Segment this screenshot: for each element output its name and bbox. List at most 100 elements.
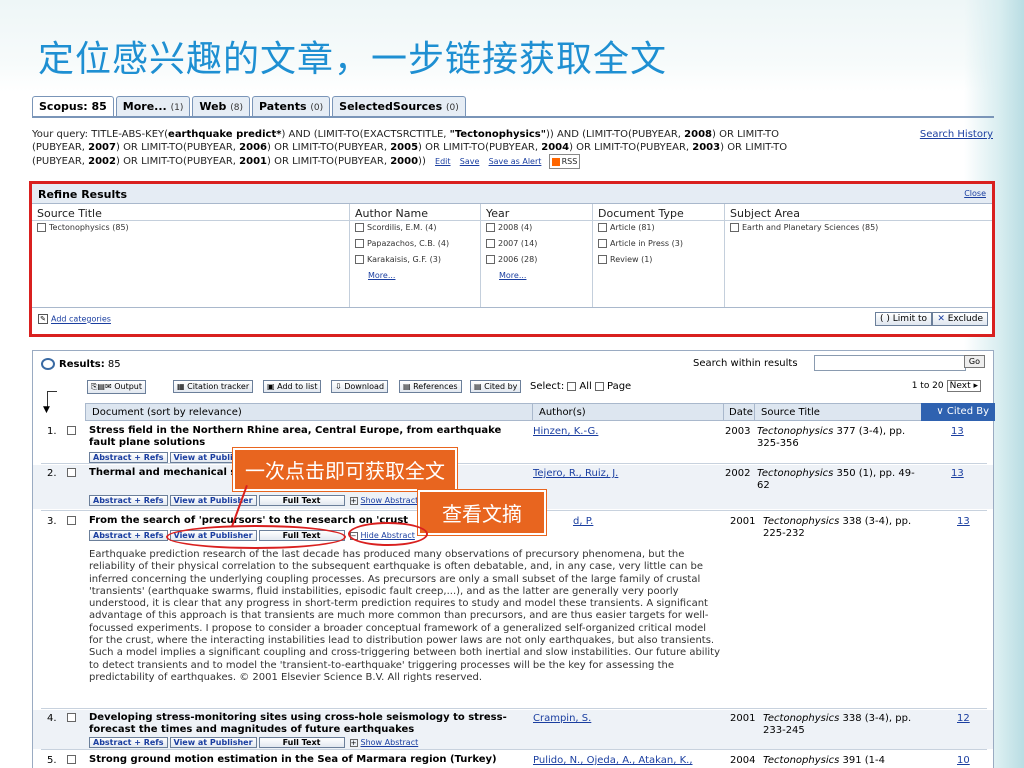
checkbox[interactable] [355,239,364,248]
view-publisher-button[interactable]: View at Publisher [169,737,257,748]
facet-item[interactable]: Article (81) [593,221,724,237]
cited-count[interactable]: 13 [951,468,964,479]
x-icon: ✕ [937,314,945,324]
tab-scopus[interactable]: Scopus: 85 [32,96,114,118]
facet-item[interactable]: Scordilis, E.M. (4) [350,221,480,237]
col-authors[interactable]: Author(s) [532,404,586,421]
cited-count[interactable]: 13 [951,426,964,437]
download-button[interactable]: ⇩ Download [331,380,389,393]
facet-item[interactable]: 2007 (14) [481,237,592,253]
highlight-ring-view-publisher [166,525,346,549]
citation-tracker-button[interactable]: ▦ Citation tracker [173,380,254,393]
add-categories-link[interactable]: Add categories [51,315,111,324]
row-divider [41,708,987,709]
row-links: Abstract + Refs View at Publis [89,452,243,463]
col-date[interactable]: Date [723,404,753,421]
row-links: Abstract + Refs View at Publisher Full Tex… [89,495,418,506]
select-page-checkbox[interactable] [595,381,604,391]
checkbox[interactable] [355,255,364,264]
highlight-ring-hide-abstract [348,522,428,546]
facet-item[interactable]: Earth and Planetary Sciences (85) [725,221,992,237]
abstract-refs-button[interactable]: Abstract + Refs [89,495,168,506]
facet-item[interactable]: 2006 (28) [481,253,592,269]
checkbox[interactable] [598,239,607,248]
row-checkbox[interactable] [67,516,76,525]
rss-button[interactable]: RSS [548,154,581,169]
references-button[interactable]: ▤ References [399,380,462,393]
row-checkbox[interactable] [67,755,76,764]
article-title[interactable]: Strong ground motion estimation in the S… [89,754,529,766]
tab-more[interactable]: More... (1) [115,96,191,117]
exclude-button[interactable]: ✕ Exclude [932,312,988,326]
refine-col-doctype: Document Type Article (81) Article in Pr… [593,204,725,307]
author-link[interactable]: Pulido, N., Ojeda, A., Atakan, K., [533,755,723,766]
facet-item[interactable]: Tectonophysics (85) [32,221,349,237]
tab-patents[interactable]: Patents (0) [252,96,331,117]
slide-title: 定位感兴趣的文章，一步链接获取全文 [38,39,668,80]
row-divider [41,749,987,750]
show-abstract-link[interactable]: Show Abstract [361,738,419,747]
facet-item[interactable]: Review (1) [593,253,724,269]
author-link[interactable]: Crampin, S. [533,713,723,724]
expand-icon: + [349,497,358,505]
facet-item[interactable]: Papazachos, C.B. (4) [350,237,480,253]
rss-icon [551,157,560,166]
search-within-input[interactable] [814,355,966,371]
author-link[interactable]: Tejero, R., Ruiz, J. [533,468,723,479]
show-abstract-link[interactable]: Show Abstract [361,496,419,505]
cited-count[interactable]: 10 [957,755,970,766]
cited-count[interactable]: 12 [957,713,970,724]
checkbox[interactable] [486,223,495,232]
row-checkbox[interactable] [67,468,76,477]
cited-count[interactable]: 13 [957,516,970,527]
checkbox[interactable] [486,255,495,264]
save-as-alert-link[interactable]: Save as Alert [489,157,542,166]
down-arrow-icon: ▼ [43,405,50,415]
abstract-refs-button[interactable]: Abstract + Refs [89,530,168,541]
col-cited-by[interactable]: ∨ Cited By [921,403,995,421]
abstract-refs-button[interactable]: Abstract + Refs [89,737,168,748]
tab-web[interactable]: Web (8) [192,96,250,117]
year-more-link[interactable]: More... [481,269,592,282]
col-document[interactable]: Document (sort by relevance) [92,407,242,418]
pagination: 1 to 20 Next ▸ [912,380,981,392]
row-checkbox[interactable] [67,713,76,722]
author-more-link[interactable]: More... [350,269,480,282]
limit-to-button[interactable]: ( ) Limit to [875,312,932,326]
author-link[interactable]: Hinzen, K.-G. [533,426,723,437]
checkbox[interactable] [598,255,607,264]
row-checkbox[interactable] [67,426,76,435]
checkbox[interactable] [355,223,364,232]
checkbox[interactable] [37,223,46,232]
article-title[interactable]: Stress field in the Northern Rhine area,… [89,425,529,449]
facet-item[interactable]: Karakaisis, G.F. (3) [350,253,480,269]
select-controls: Select: All Page [530,381,632,392]
results-toolbar: ⎘▤✉ Output ▦ Citation tracker ▣ Add to l… [41,377,987,397]
source-title: Tectonophysics 377 (3-4), pp. 325-356 [757,426,906,449]
refine-col-subject: Subject Area Earth and Planetary Science… [725,204,992,307]
add-to-list-button[interactable]: ▣ Add to list [263,380,322,393]
go-button[interactable]: Go [963,355,985,368]
checkbox[interactable] [486,239,495,248]
edit-link[interactable]: Edit [435,157,451,166]
pencil-icon: ✎ [38,314,48,324]
select-all-checkbox[interactable] [567,381,577,391]
facet-item[interactable]: 2008 (4) [481,221,592,237]
facet-item[interactable]: Article in Press (3) [593,237,724,253]
tab-selected-sources[interactable]: SelectedSources (0) [332,96,466,117]
cited-by-button[interactable]: ▤ Cited by [470,380,522,393]
row-links: Abstract + Refs View at Publisher Full Tex… [89,737,418,748]
output-button[interactable]: ⎘▤✉ Output [87,380,147,394]
view-publisher-button[interactable]: View at Publis [169,452,242,463]
checkbox[interactable] [598,223,607,232]
full-text-button[interactable]: Full Text [258,495,345,506]
col-source[interactable]: Source Title [754,404,820,421]
next-button[interactable]: Next ▸ [946,380,981,392]
save-link[interactable]: Save [460,157,480,166]
checkbox[interactable] [730,223,739,232]
close-link[interactable]: Close [964,189,986,198]
full-text-button[interactable]: Full Text [258,737,345,748]
search-history-link[interactable]: Search History [920,128,993,141]
abstract-refs-button[interactable]: Abstract + Refs [89,452,168,463]
article-title[interactable]: Developing stress-monitoring sites using… [89,712,525,736]
